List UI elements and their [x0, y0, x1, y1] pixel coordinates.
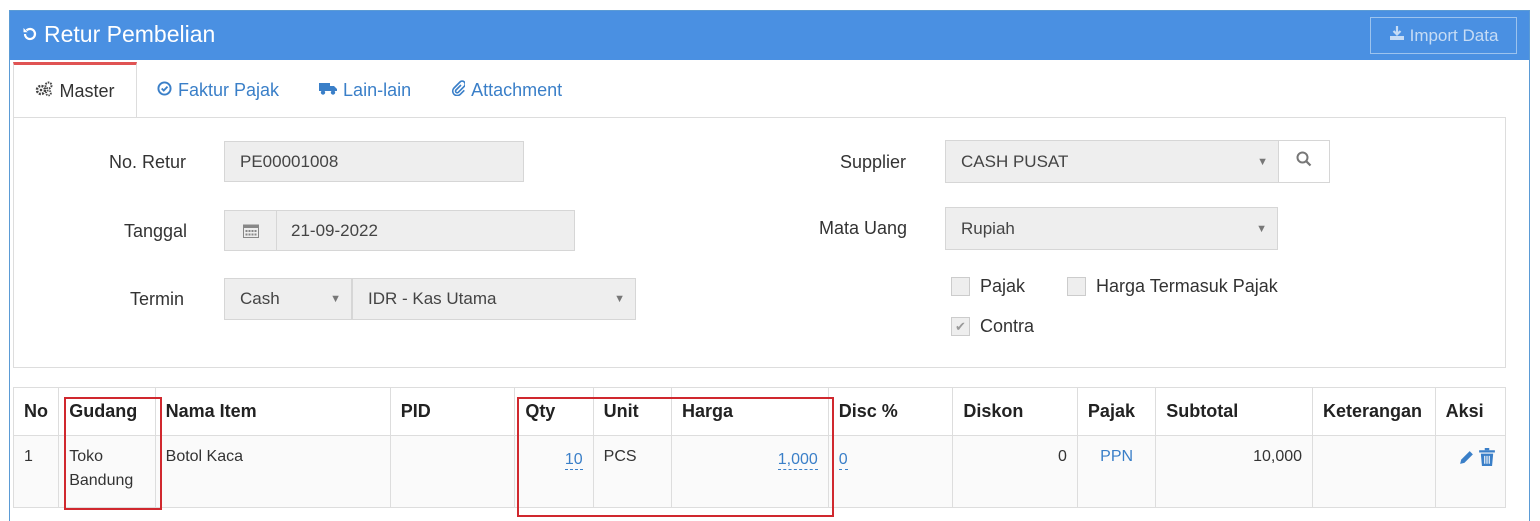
tab-attachment[interactable]: Attachment: [431, 62, 582, 118]
items-table: No Gudang Nama Item PID Qty Unit Harga D…: [12, 387, 1507, 508]
tab-lain-lain-label: Lain-lain: [343, 79, 412, 100]
cell-aksi: [1434, 435, 1507, 508]
tab-master[interactable]: Master: [13, 62, 137, 118]
gears-icon: [35, 81, 53, 102]
col-subtotal: Subtotal: [1155, 387, 1314, 436]
caret-down-icon: ▼: [1256, 222, 1267, 235]
import-data-label: Import Data: [1409, 25, 1499, 45]
tab-attachment-label: Attachment: [471, 79, 563, 100]
supplier-search-button[interactable]: [1278, 140, 1330, 183]
col-pajak: Pajak: [1076, 387, 1157, 436]
col-disc: Disc %: [827, 387, 954, 436]
pajak-checkbox[interactable]: Pajak: [951, 276, 1025, 297]
truck-icon: [319, 80, 338, 101]
table-header-row: No Gudang Nama Item PID Qty Unit Harga D…: [12, 387, 1507, 436]
col-keterangan: Keterangan: [1312, 387, 1436, 436]
download-icon: [1389, 25, 1405, 46]
cell-harga: 1,000: [671, 435, 829, 508]
col-aksi: Aksi: [1434, 387, 1507, 436]
supplier-label: Supplier: [840, 152, 907, 172]
edit-pencil-icon[interactable]: [1458, 451, 1479, 470]
tanggal-value: 21-09-2022: [291, 220, 378, 240]
tanggal-label: Tanggal: [124, 221, 188, 241]
supplier-value: CASH PUSAT: [961, 151, 1069, 171]
tab-faktur-pajak[interactable]: Faktur Pajak: [137, 62, 299, 118]
search-icon: [1296, 151, 1312, 172]
disc-editable[interactable]: 0: [838, 451, 848, 470]
check-circle-icon: [157, 80, 172, 101]
import-data-button[interactable]: Import Data: [1370, 17, 1517, 54]
col-harga: Harga: [671, 387, 829, 436]
col-diskon: Diskon: [952, 387, 1078, 436]
checkbox-box[interactable]: [951, 277, 970, 296]
cell-no: 1: [12, 435, 60, 508]
panel-header: Retur Pembelian Import Data: [10, 11, 1529, 60]
checkbox-box[interactable]: [1067, 277, 1086, 296]
kas-select[interactable]: IDR - Kas Utama ▼: [352, 278, 636, 320]
termin-select[interactable]: Cash ▼: [224, 278, 352, 320]
tanggal-field[interactable]: 21-09-2022: [224, 210, 575, 251]
tab-lain-lain[interactable]: Lain-lain: [299, 62, 431, 118]
cell-diskon: 0: [952, 435, 1078, 508]
caret-down-icon: ▼: [330, 293, 341, 305]
calendar-icon[interactable]: [225, 211, 277, 250]
caret-down-icon: ▼: [614, 293, 625, 305]
cell-unit: PCS: [592, 435, 673, 508]
cell-qty: 10: [514, 435, 594, 508]
checkmark-icon: ✔: [955, 318, 966, 334]
tab-master-label: Master: [59, 80, 115, 101]
col-unit: Unit: [592, 387, 673, 436]
col-qty: Qty: [514, 387, 594, 436]
cell-disc: 0: [827, 435, 954, 508]
paperclip-icon: [451, 79, 467, 101]
no-retur-field[interactable]: PE00001008: [224, 141, 524, 182]
page-title-text: Retur Pembelian: [44, 21, 216, 47]
cell-pajak: PPN: [1076, 435, 1157, 508]
tab-faktur-pajak-label: Faktur Pajak: [178, 79, 280, 100]
undo-icon: [22, 21, 38, 48]
cell-pid: [389, 435, 516, 508]
col-no: No: [12, 387, 60, 436]
col-gudang: Gudang: [58, 387, 156, 436]
contra-checkbox[interactable]: ✔ Contra: [951, 316, 1034, 337]
cell-gudang: Toko Bandung: [58, 435, 156, 508]
mata-uang-select[interactable]: Rupiah ▼: [945, 207, 1278, 250]
termin-value: Cash: [240, 289, 280, 308]
no-retur-label: No. Retur: [109, 152, 187, 172]
pajak-link[interactable]: PPN: [1100, 448, 1133, 465]
pajak-checkbox-label: Pajak: [980, 276, 1026, 296]
cell-subtotal: 10,000: [1155, 435, 1314, 508]
harga-termasuk-pajak-label: Harga Termasuk Pajak: [1096, 276, 1278, 296]
harga-termasuk-pajak-checkbox[interactable]: Harga Termasuk Pajak: [1067, 276, 1278, 297]
cell-nama-item: Botol Kaca: [154, 435, 391, 508]
no-retur-value: PE00001008: [240, 151, 339, 171]
termin-label: Termin: [130, 289, 185, 309]
checkbox-box-checked[interactable]: ✔: [951, 317, 970, 336]
contra-label: Contra: [980, 316, 1035, 336]
table-row: 1 Toko Bandung Botol Kaca 10 PCS 1,000 0…: [12, 435, 1507, 508]
tab-bar: Master Faktur Pajak Lain-lain Attachment: [13, 62, 582, 118]
page-title: Retur Pembelian: [22, 21, 215, 48]
caret-down-icon: ▼: [1257, 155, 1268, 168]
harga-editable[interactable]: 1,000: [777, 451, 818, 470]
col-nama-item: Nama Item: [154, 387, 391, 436]
cell-keterangan: [1312, 435, 1436, 508]
col-pid: PID: [389, 387, 516, 436]
trash-icon[interactable]: [1479, 448, 1495, 470]
kas-value: IDR - Kas Utama: [368, 289, 497, 308]
mata-uang-label: Mata Uang: [819, 218, 908, 238]
supplier-select[interactable]: CASH PUSAT ▼: [945, 140, 1279, 183]
qty-editable[interactable]: 10: [564, 451, 583, 470]
mata-uang-value: Rupiah: [961, 218, 1015, 238]
